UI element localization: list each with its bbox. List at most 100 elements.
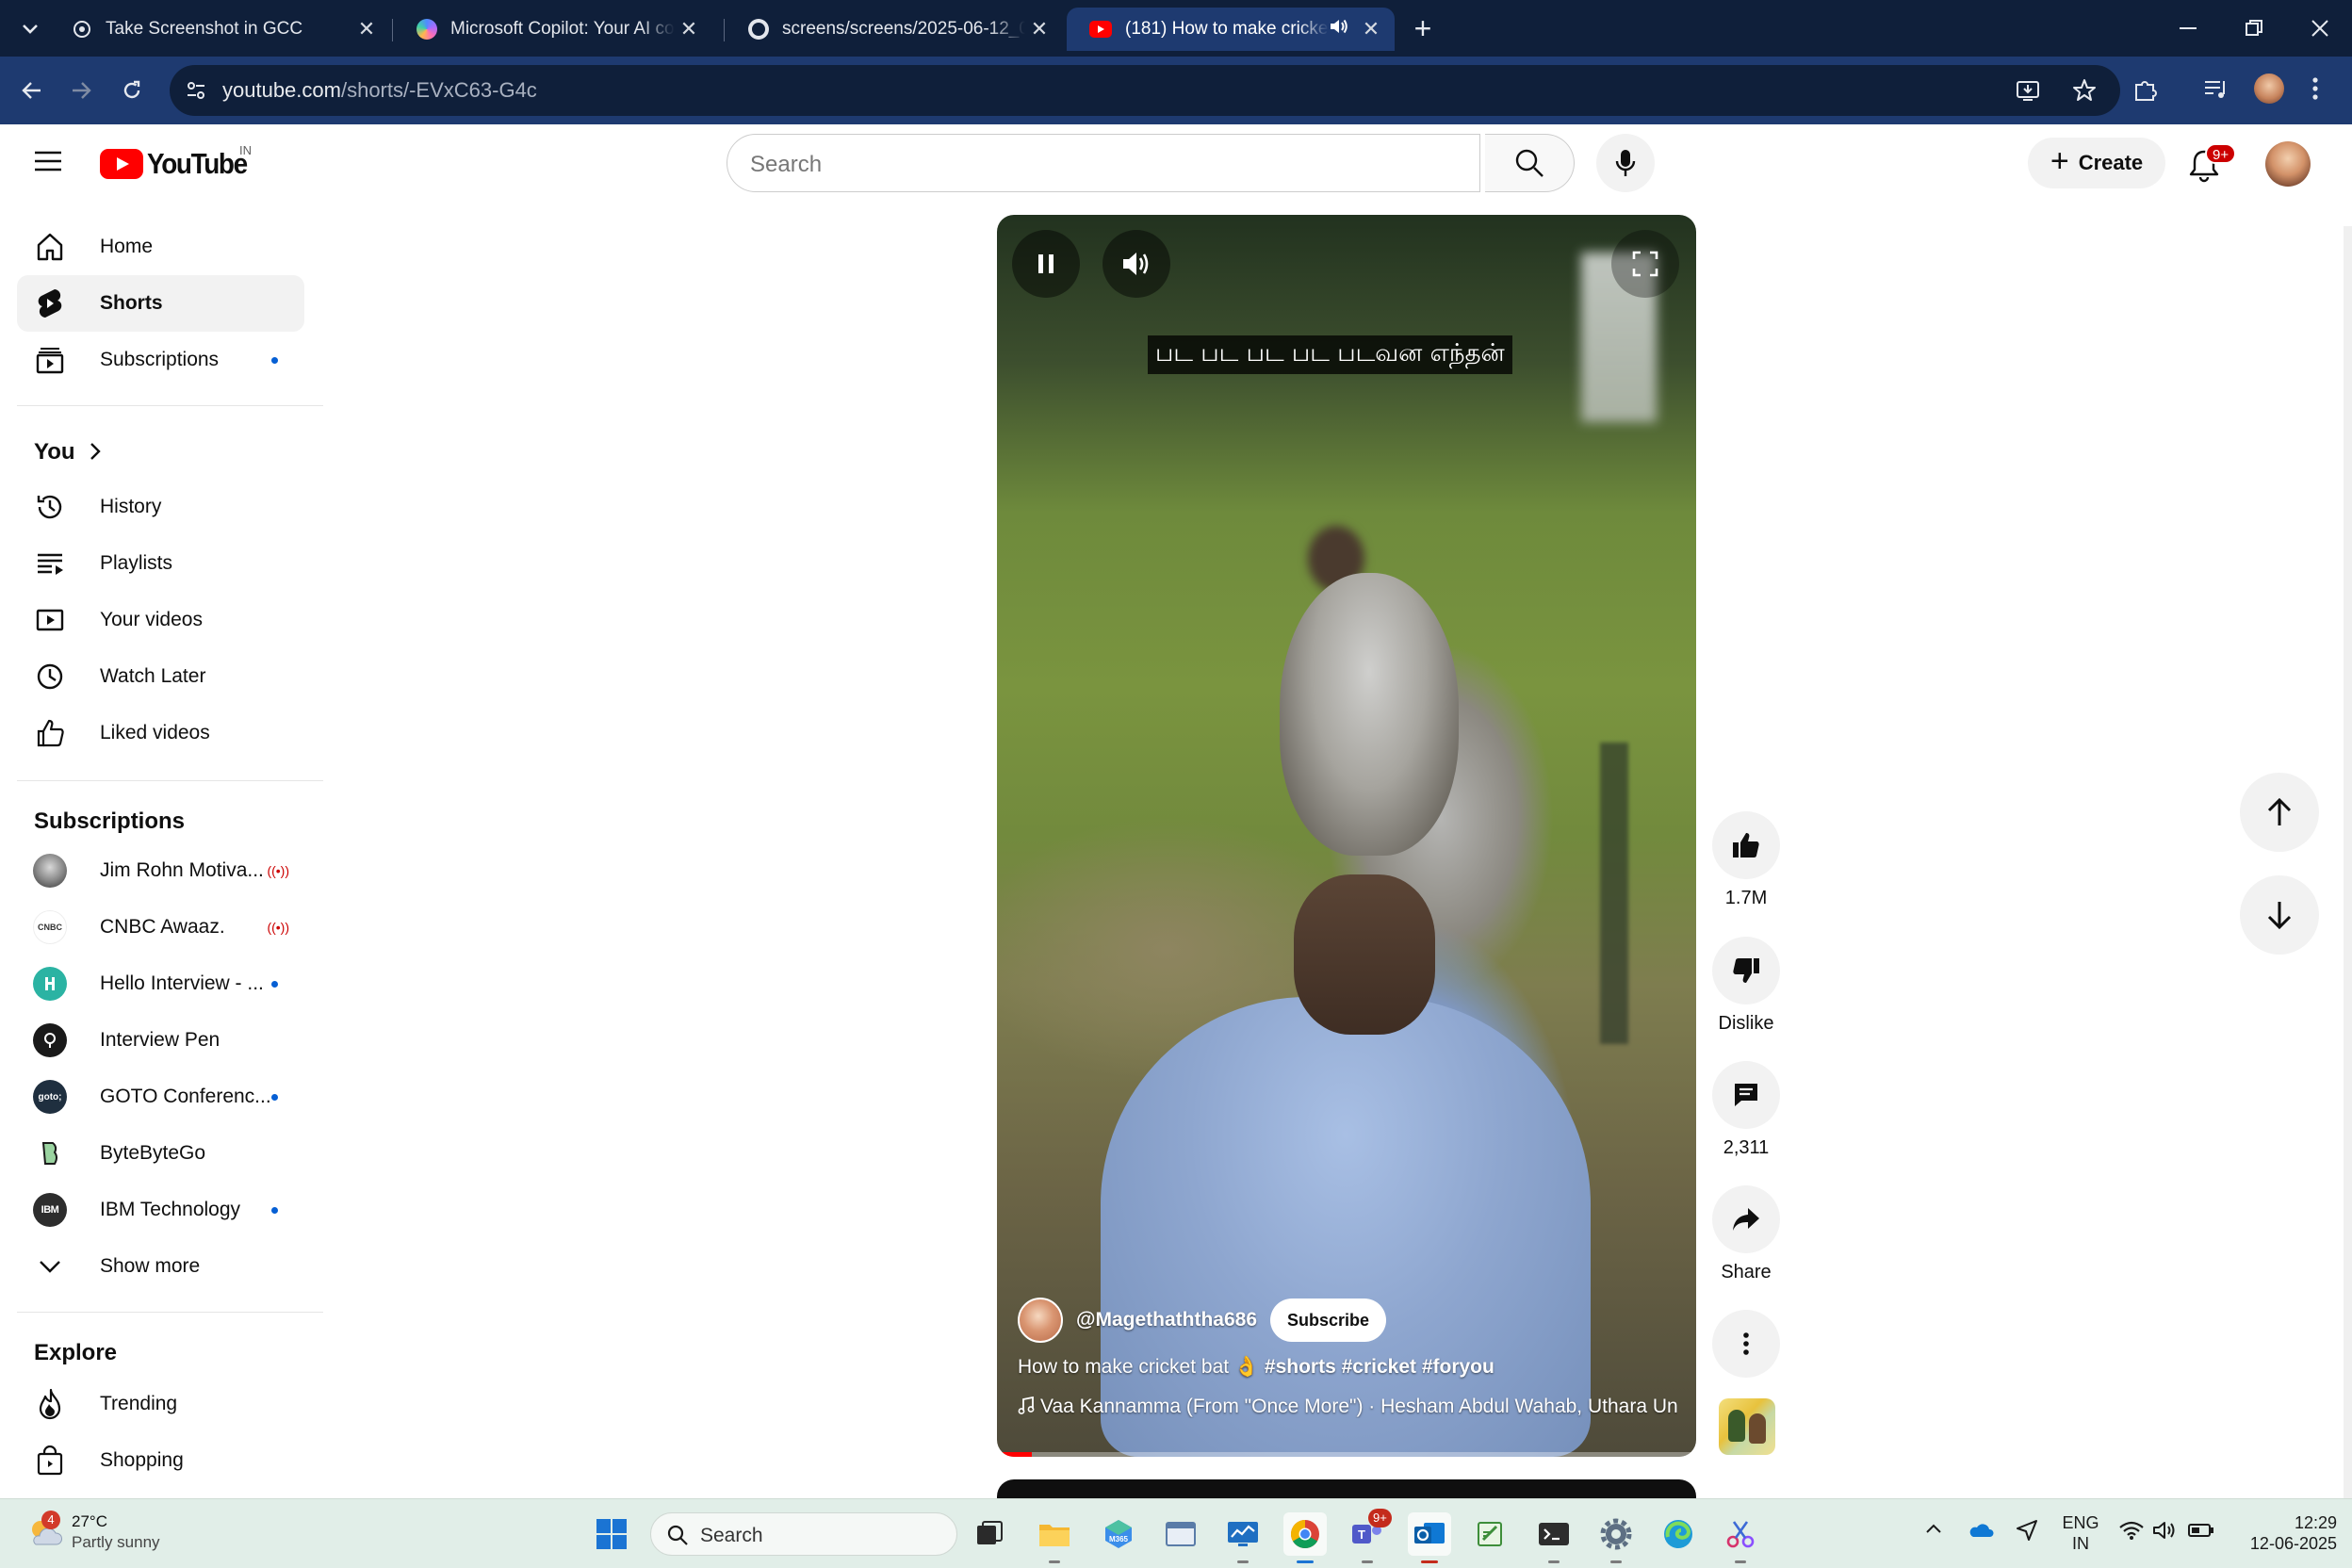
pause-button[interactable] [1012, 230, 1080, 298]
search-input[interactable]: Search [727, 134, 1480, 192]
sidebar-item-shopping[interactable]: Shopping [17, 1432, 304, 1489]
running-indicator [1362, 1560, 1373, 1563]
show-more-button[interactable]: Show more [17, 1238, 304, 1295]
comment-count: 2,311 [1723, 1137, 1770, 1158]
battery-icon[interactable] [2188, 1522, 2214, 1544]
new-tab-button[interactable]: + [1402, 8, 1444, 49]
tab-search-button[interactable] [9, 8, 51, 49]
sidebar-item-trending[interactable]: Trending [17, 1376, 304, 1432]
create-button[interactable]: + Create [2028, 138, 2165, 188]
restore-window-button[interactable] [2233, 8, 2275, 49]
site-settings-icon[interactable] [185, 79, 207, 106]
sidebar-item-history[interactable]: History [17, 479, 304, 535]
task-view-button[interactable] [969, 1512, 1012, 1556]
wifi-icon[interactable] [2118, 1520, 2145, 1545]
taskbar-snipping-tool[interactable] [1719, 1512, 1762, 1563]
forward-button[interactable] [60, 70, 102, 111]
video-hashtags[interactable]: #shorts #cricket #foryou [1265, 1356, 1494, 1378]
media-controls-icon[interactable] [2203, 77, 2230, 106]
profile-avatar[interactable] [2254, 74, 2284, 104]
onedrive-icon[interactable] [1968, 1520, 1994, 1544]
share-button[interactable] [1712, 1185, 1780, 1253]
subscription-channel[interactable]: CNBC CNBC Awaaz. ((•)) [17, 899, 304, 956]
notifications-button[interactable]: 9+ [2184, 143, 2237, 187]
taskbar-monitor-app[interactable] [1221, 1512, 1265, 1563]
browser-menu-icon[interactable] [2311, 75, 2320, 106]
shorts-video-player[interactable]: பட பட பட பட படவன எந்தன் @Magethaththa686… [997, 215, 1696, 1457]
next-short-button[interactable] [2240, 875, 2319, 955]
tab-screenshot[interactable]: Take Screenshot in GCC ✕ [49, 8, 390, 51]
video-title[interactable]: How to make cricket bat 👌 #shorts #crick… [1018, 1356, 1494, 1379]
youtube-logo[interactable]: YouTube [100, 147, 258, 181]
subscription-channel[interactable]: Interview Pen [17, 1012, 304, 1069]
tab-youtube-short[interactable]: (181) How to make cricket bat ✕ [1067, 8, 1395, 51]
subscription-channel[interactable]: IBM IBM Technology [17, 1182, 304, 1238]
subscription-channel[interactable]: Jim Rohn Motiva... ((•)) [17, 842, 304, 899]
teams-badge: 9+ [1368, 1509, 1392, 1527]
taskbar-teams[interactable]: T 9+ [1346, 1509, 1392, 1563]
bookmark-star-icon[interactable] [2071, 77, 2098, 108]
tab-copilot[interactable]: Microsoft Copilot: Your AI companion ✕ [394, 8, 712, 51]
fullscreen-button[interactable] [1611, 230, 1679, 298]
guide-menu-icon[interactable] [34, 150, 62, 177]
sidebar-item-shorts[interactable]: Shorts [17, 275, 304, 332]
taskbar-m365[interactable]: M365 [1097, 1512, 1140, 1556]
subscription-channel[interactable]: ByteByteGo [17, 1125, 304, 1182]
like-button[interactable] [1712, 811, 1780, 879]
page-scrollbar[interactable] [2344, 226, 2352, 1498]
subscribe-button[interactable]: Subscribe [1270, 1298, 1387, 1342]
voice-search-button[interactable] [1596, 134, 1655, 192]
extensions-icon[interactable] [2132, 75, 2160, 108]
channel-row: @Magethaththa686 Subscribe [1018, 1297, 1387, 1344]
taskbar-sheet-app[interactable] [1470, 1512, 1513, 1556]
taskbar-edge[interactable] [1657, 1512, 1700, 1556]
minimize-window-button[interactable] [2167, 8, 2209, 49]
language-indicator[interactable]: ENG IN [2062, 1512, 2099, 1554]
previous-short-button[interactable] [2240, 773, 2319, 852]
reload-button[interactable] [111, 70, 153, 111]
taskbar-settings[interactable] [1594, 1512, 1638, 1563]
search-button[interactable] [1485, 134, 1575, 192]
more-actions-button[interactable] [1712, 1310, 1780, 1378]
address-bar[interactable]: youtube.com/shorts/-EVxC63-G4c [170, 65, 2120, 116]
dislike-button[interactable] [1712, 937, 1780, 1004]
speaker-icon[interactable] [2152, 1520, 2179, 1545]
start-button[interactable] [590, 1512, 633, 1556]
taskbar-window-app[interactable] [1159, 1512, 1202, 1556]
music-info[interactable]: Vaa Kannamma (From "Once More") · Hesham… [1018, 1396, 1677, 1418]
close-tab-icon[interactable]: ✕ [1025, 17, 1054, 41]
taskbar-chrome[interactable] [1283, 1512, 1327, 1563]
sidebar-item-your-videos[interactable]: Your videos [17, 592, 304, 648]
channel-name[interactable]: @Magethaththa686 [1076, 1309, 1257, 1331]
taskbar-search[interactable]: Search [650, 1512, 957, 1556]
close-tab-icon[interactable]: ✕ [675, 17, 703, 41]
volume-button[interactable] [1102, 230, 1170, 298]
taskbar-file-explorer[interactable] [1033, 1512, 1076, 1563]
sidebar-item-home[interactable]: Home [17, 219, 304, 275]
subscriptions-heading: Subscriptions [34, 808, 186, 834]
sidebar-item-subscriptions[interactable]: Subscriptions [17, 332, 304, 388]
back-button[interactable] [11, 70, 53, 111]
close-tab-icon[interactable]: ✕ [1357, 17, 1385, 41]
subscription-channel[interactable]: Hello Interview - ... [17, 956, 304, 1012]
account-avatar[interactable] [2265, 141, 2311, 187]
tab-github[interactable]: screens/screens/2025-06-12_09 ✕ [726, 8, 1063, 51]
taskbar-outlook[interactable] [1408, 1512, 1451, 1563]
close-window-button[interactable] [2299, 8, 2341, 49]
you-section-link[interactable]: You [17, 428, 304, 477]
video-progress-bar[interactable] [997, 1452, 1696, 1457]
tab-audio-icon[interactable] [1329, 17, 1349, 41]
taskbar-terminal[interactable] [1532, 1512, 1576, 1563]
sidebar-item-playlists[interactable]: Playlists [17, 535, 304, 592]
close-tab-icon[interactable]: ✕ [352, 17, 381, 41]
clock[interactable]: 12:29 12-06-2025 [2228, 1512, 2341, 1554]
channel-avatar[interactable] [1018, 1298, 1063, 1343]
install-app-icon[interactable] [2015, 77, 2041, 108]
comments-button[interactable] [1712, 1061, 1780, 1129]
sound-thumbnail[interactable] [1719, 1398, 1775, 1455]
sidebar-item-watch-later[interactable]: Watch Later [17, 648, 304, 705]
location-icon[interactable] [2015, 1518, 2039, 1547]
sidebar-item-liked-videos[interactable]: Liked videos [17, 705, 304, 761]
show-hidden-icons[interactable] [1924, 1522, 1943, 1540]
subscription-channel[interactable]: goto; GOTO Conferenc... [17, 1069, 304, 1125]
